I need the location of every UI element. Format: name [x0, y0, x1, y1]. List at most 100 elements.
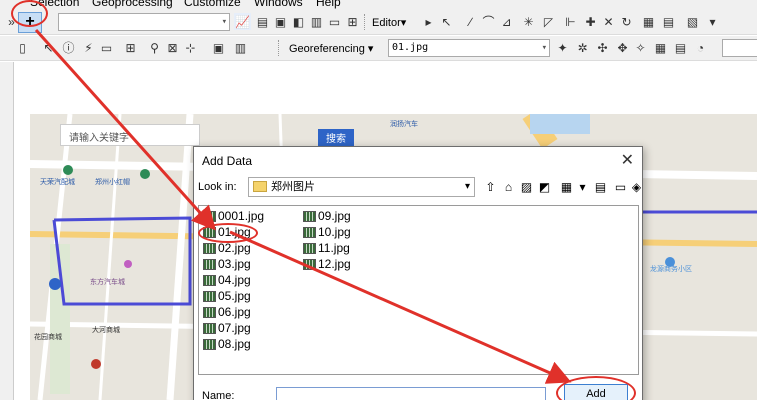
create-features-icon[interactable]: ▧: [684, 13, 701, 30]
html-popup-icon[interactable]: ▭: [98, 39, 115, 56]
close-icon[interactable]: ✕: [621, 150, 634, 170]
raster-icon: [303, 258, 316, 270]
scale-combo[interactable]: ▾: [58, 13, 230, 31]
raster-icon: [303, 210, 316, 222]
list-item[interactable]: 08.jpg: [203, 336, 251, 352]
cut-polygons-icon[interactable]: ✚: [582, 13, 599, 30]
list-item[interactable]: 12.jpg: [303, 256, 351, 272]
raster-icon: [203, 290, 216, 302]
straight-segment-icon[interactable]: ∕: [462, 13, 479, 30]
model-builder-icon[interactable]: ⊞: [344, 13, 361, 30]
menu-geoprocessing[interactable]: Geoprocessing: [92, 0, 173, 9]
viewer-georef-icon[interactable]: ▤: [672, 39, 689, 56]
go-to-xy-icon[interactable]: ⊹: [182, 39, 199, 56]
list-item[interactable]: 11.jpg: [303, 240, 350, 256]
toggle-contents-icon[interactable]: ▨: [518, 179, 535, 196]
raster-icon: [203, 242, 216, 254]
map-search-input[interactable]: 请输入关键字: [60, 124, 200, 146]
map-label-1: 郑州小红帽: [95, 177, 130, 186]
menu-help[interactable]: Help: [316, 0, 341, 9]
sketch-properties-icon[interactable]: ▤: [660, 13, 677, 30]
search-window-icon[interactable]: ◧: [290, 13, 307, 30]
edit-vertices-icon[interactable]: ◸: [540, 13, 557, 30]
python-icon[interactable]: ▭: [326, 13, 343, 30]
name-field[interactable]: [276, 387, 546, 400]
split-tool-icon[interactable]: ✕: [600, 13, 617, 30]
connect-folder-icon[interactable]: ▤: [592, 179, 609, 196]
georeferencing-menu[interactable]: Georeferencing ▾: [289, 42, 373, 55]
map-label-5: 花园商城: [34, 332, 62, 341]
end-point-arc-icon[interactable]: ⌒: [480, 13, 497, 30]
select-elements-icon[interactable]: ↖: [40, 39, 57, 56]
disconnect-folder-icon[interactable]: ◩: [536, 179, 553, 196]
raster-icon: [303, 242, 316, 254]
raster-icon: [203, 338, 216, 350]
look-in-combo[interactable]: 郑州图片 ▾: [248, 177, 475, 197]
list-item[interactable]: 04.jpg: [203, 272, 251, 288]
up-one-level-icon[interactable]: ⇧: [482, 179, 499, 196]
measure-icon[interactable]: ⊞: [122, 39, 139, 56]
menu-bar: Selection Geoprocessing Customize Window…: [0, 0, 757, 10]
map-label-2: 润扬汽车: [390, 119, 418, 128]
georef-layer-value: 01.jpg: [392, 42, 429, 53]
name-label: Name:: [202, 390, 235, 400]
georef-layer-combo[interactable]: 01.jpg ▾: [388, 39, 550, 57]
magnifier-icon[interactable]: ◔: [692, 39, 709, 56]
add-control-points-icon[interactable]: ✲: [574, 39, 591, 56]
list-item[interactable]: 06.jpg: [203, 304, 251, 320]
find-icon[interactable]: ⚲: [146, 39, 163, 56]
select-link-icon[interactable]: ✣: [594, 39, 611, 56]
list-item[interactable]: 0001.jpg: [203, 208, 264, 224]
layout-icon[interactable]: ▯: [14, 39, 31, 56]
viewer-icon[interactable]: ▥: [232, 39, 249, 56]
rotate-georef-icon[interactable]: ✦: [554, 39, 571, 56]
look-in-value: 郑州图片: [271, 181, 315, 193]
time-slider-icon[interactable]: ▣: [210, 39, 227, 56]
list-item[interactable]: 07.jpg: [203, 320, 251, 336]
tools-toolbar: ▯ ↖ ⓘ ⚡ ▭ ⊞ ⚲ ⊠ ⊹ ▣ ▥ Georeferencing ▾ 0…: [0, 36, 757, 61]
identify-icon[interactable]: ⓘ: [60, 39, 77, 56]
editor-toolbar-icon[interactable]: 📈: [234, 13, 251, 30]
list-item[interactable]: 03.jpg: [203, 256, 251, 272]
toolbox-icon[interactable]: ▥: [308, 13, 325, 30]
view-dropdown-icon[interactable]: ▾: [574, 179, 591, 196]
view-list-icon[interactable]: ▦: [558, 179, 575, 196]
menu-windows[interactable]: Windows: [254, 0, 303, 9]
edit-tool-icon[interactable]: ▸: [420, 13, 437, 30]
zoom-to-link-icon[interactable]: ✥: [614, 39, 631, 56]
list-item[interactable]: 09.jpg: [303, 208, 351, 224]
map-label-4: 大河商城: [92, 325, 120, 334]
file-highlight: [198, 223, 258, 243]
menu-customize[interactable]: Customize: [184, 0, 241, 9]
standard-toolbar: » + ▾ 📈 ▤ ▣ ◧ ▥ ▭ ⊞ Editor▾ ▸ ↖ ∕ ⌒ ⊿ ✳ …: [0, 10, 757, 35]
find-route-icon[interactable]: ⊠: [164, 39, 181, 56]
editor-options-icon[interactable]: ▾: [704, 13, 721, 30]
map-label-3: 东方汽车城: [90, 277, 125, 286]
list-item[interactable]: 10.jpg: [303, 224, 351, 240]
view-link-table-icon[interactable]: ▦: [652, 39, 669, 56]
attributes-icon[interactable]: ▦: [640, 13, 657, 30]
catalog-icon[interactable]: ▣: [272, 13, 289, 30]
new-folder-icon[interactable]: ▭: [612, 179, 629, 196]
dialog-title: Add Data: [202, 154, 253, 168]
look-in-label: Look in:: [198, 181, 237, 193]
home-icon[interactable]: ⌂: [500, 179, 517, 196]
hyperlink-icon[interactable]: ⚡: [80, 39, 97, 56]
catalog-options-icon[interactable]: ◈: [628, 179, 645, 196]
file-list: 0001.jpg 01.jpg 02.jpg 03.jpg 04.jpg 05.…: [198, 205, 639, 375]
list-item[interactable]: 05.jpg: [203, 288, 251, 304]
edit-annotation-icon[interactable]: ↖: [438, 13, 455, 30]
raster-icon: [203, 322, 216, 334]
map-label-0: 天荣汽配城: [40, 177, 75, 186]
raster-icon: [203, 274, 216, 286]
raster-icon: [303, 226, 316, 238]
trace-icon[interactable]: ⊿: [498, 13, 515, 30]
table-icon[interactable]: ▤: [254, 13, 271, 30]
map-label-6: 龙源商务小区: [650, 264, 692, 273]
reshape-icon[interactable]: ⊩: [562, 13, 579, 30]
editor-menu[interactable]: Editor▾: [372, 16, 406, 29]
delete-link-icon[interactable]: ✧: [632, 39, 649, 56]
magnifier-combo[interactable]: [722, 39, 757, 57]
rotate-icon[interactable]: ↻: [618, 13, 635, 30]
point-icon[interactable]: ✳: [520, 13, 537, 30]
